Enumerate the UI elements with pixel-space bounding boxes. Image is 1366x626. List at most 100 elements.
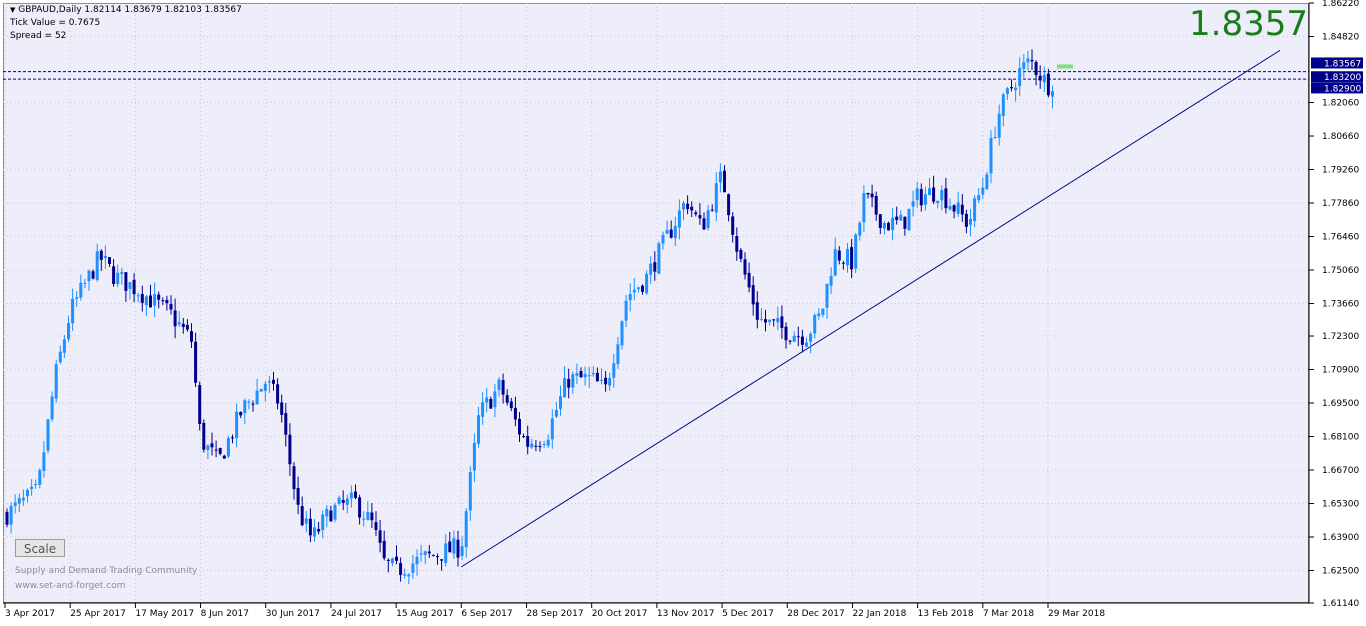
candle-body: [546, 439, 550, 446]
candle-body: [1026, 58, 1030, 63]
candle-body: [501, 380, 505, 395]
candle-body: [366, 512, 370, 520]
candle-body: [91, 271, 95, 279]
candle-body: [477, 415, 480, 444]
candle-body: [567, 378, 571, 388]
x-tick-label: 28 Dec 2017: [787, 609, 845, 619]
candle-body: [136, 295, 140, 297]
candle-body: [657, 243, 661, 274]
candle-body: [928, 188, 931, 196]
candle-body: [526, 436, 530, 447]
candle-body: [575, 373, 579, 376]
x-tick-label: 30 Jun 2017: [266, 609, 320, 619]
candle-body: [579, 370, 583, 378]
trendline[interactable]: [461, 49, 1281, 568]
y-tick-label: 1.76460: [1322, 232, 1359, 242]
candle-body: [231, 437, 234, 439]
candle-body: [739, 249, 743, 259]
candle-body: [792, 335, 796, 342]
y-tick-label: 1.63900: [1322, 533, 1359, 543]
candle-body: [960, 204, 964, 215]
candle-body: [608, 378, 612, 386]
candle-body: [956, 202, 960, 214]
x-tick-label: 7 Mar 2018: [983, 609, 1035, 619]
candle-body: [13, 502, 17, 506]
candle-body: [153, 294, 157, 306]
candle-body: [333, 504, 337, 520]
candle-body: [34, 484, 38, 486]
candle-body: [969, 218, 972, 225]
symbol-info[interactable]: ▼ GBPAUD,Daily 1.82114 1.83679 1.82103 1…: [10, 5, 242, 15]
candle-body: [907, 208, 911, 231]
price-axis: 1.86220 1.84820 1.82060 1.80660 1.79260 1.778…: [1308, 0, 1363, 609]
candle-body: [624, 300, 628, 321]
candle-body: [239, 412, 243, 416]
candle-body: [837, 250, 841, 261]
candle-body: [636, 287, 640, 290]
candle-body: [79, 282, 83, 298]
dropdown-triangle-icon[interactable]: ▼: [10, 6, 15, 14]
horizontal-lines: [3, 71, 1309, 80]
candle-body: [280, 402, 284, 415]
candle-body: [723, 170, 726, 193]
candle-body: [559, 396, 562, 409]
y-tick-label: 1.75060: [1322, 266, 1359, 276]
x-tick-label: 29 Mar 2018: [1048, 609, 1105, 619]
candle-body: [460, 546, 464, 556]
candle-body: [993, 137, 997, 139]
trendline-group[interactable]: [461, 49, 1281, 568]
candle-body: [58, 351, 62, 363]
x-tick-label: 13 Feb 2018: [918, 609, 974, 619]
candle-body: [411, 563, 415, 573]
y-tick-label: 1.82060: [1322, 99, 1359, 109]
grid: [3, 2, 1309, 604]
candle-body: [788, 340, 792, 342]
candle-body: [1046, 73, 1050, 96]
candle-body: [973, 198, 977, 222]
candle-body: [26, 489, 29, 497]
candle-body: [600, 379, 603, 381]
candle-body: [509, 401, 513, 409]
candle-body: [903, 216, 907, 229]
candle-body: [776, 318, 780, 323]
candle-body: [554, 409, 558, 417]
candle-body: [313, 527, 316, 537]
y-tick-label: 1.70900: [1322, 366, 1359, 376]
candle-body: [124, 272, 128, 291]
candle-body: [190, 331, 193, 342]
x-tick-label: 5 Dec 2017: [722, 609, 774, 619]
candle-body: [874, 195, 878, 215]
x-tick-label: 25 Apr 2017: [70, 609, 126, 619]
current-price-big: 1.8357: [1189, 4, 1308, 44]
candle-body: [768, 319, 772, 322]
candle-body: [50, 396, 54, 420]
candle-body: [628, 293, 632, 301]
candle-body: [456, 539, 460, 558]
candle-body: [276, 384, 280, 404]
candle-body: [144, 296, 148, 306]
candle-body: [308, 518, 312, 536]
candle-body: [198, 385, 202, 424]
y-tick-label: 1.62500: [1322, 566, 1359, 576]
candle-body: [653, 262, 657, 272]
candle-body: [1034, 61, 1038, 76]
candle-body: [817, 313, 821, 317]
scale-button[interactable]: Scale: [15, 539, 65, 557]
candle-body: [489, 398, 493, 409]
candle-body: [841, 262, 845, 264]
price-tag-ask-label: 1.83200: [1324, 73, 1361, 83]
candle-body: [448, 541, 452, 553]
candle-body: [87, 270, 91, 282]
candle-body: [706, 210, 710, 229]
candle-body: [825, 283, 829, 308]
current-bar-marker: [1057, 64, 1073, 69]
candle-body: [38, 470, 42, 485]
candle-body: [464, 511, 468, 548]
candle-body: [62, 339, 66, 353]
candle-body: [497, 379, 501, 390]
candle-body: [587, 375, 591, 377]
candle-body: [214, 449, 218, 451]
candle-body: [583, 374, 587, 378]
y-tick-label: 1.77860: [1322, 199, 1359, 209]
candle-body: [337, 497, 341, 504]
